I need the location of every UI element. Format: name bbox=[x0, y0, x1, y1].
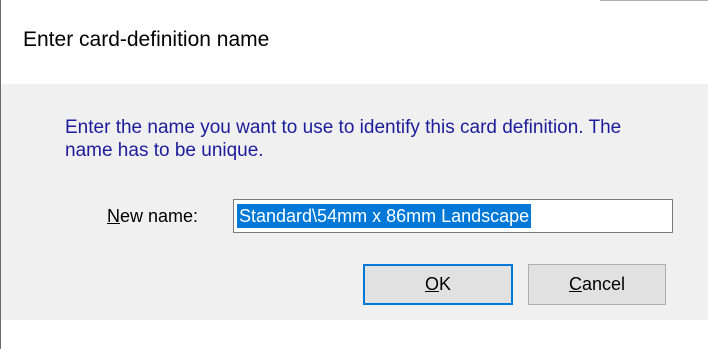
cancel-button-label-rest: ancel bbox=[581, 274, 626, 294]
dialog-body: Enter the name you want to use to identi… bbox=[1, 84, 708, 320]
cancel-button-access-key: C bbox=[568, 274, 582, 294]
ok-button-label-rest: K bbox=[439, 274, 452, 294]
new-name-selected-text[interactable]: Standard\54mm x 86mm Landscape bbox=[237, 204, 532, 228]
new-name-label-access-key: N bbox=[107, 206, 120, 226]
instruction-text: Enter the name you want to use to identi… bbox=[65, 117, 622, 161]
new-name-label-rest: ew name: bbox=[120, 206, 199, 226]
ok-button-access-key: O bbox=[424, 274, 439, 294]
title-bar[interactable]: Enter card-definition name bbox=[1, 1, 708, 84]
cancel-button[interactable]: Cancel bbox=[528, 264, 666, 305]
new-name-label: New name: bbox=[107, 206, 198, 227]
dialog-window: Enter card-definition name Enter the nam… bbox=[0, 0, 708, 349]
dialog-title: Enter card-definition name bbox=[23, 28, 270, 51]
below-dialog-area bbox=[1, 320, 708, 349]
new-name-input[interactable]: Standard\54mm x 86mm Landscape bbox=[233, 199, 673, 233]
ok-button[interactable]: OK bbox=[363, 264, 513, 305]
